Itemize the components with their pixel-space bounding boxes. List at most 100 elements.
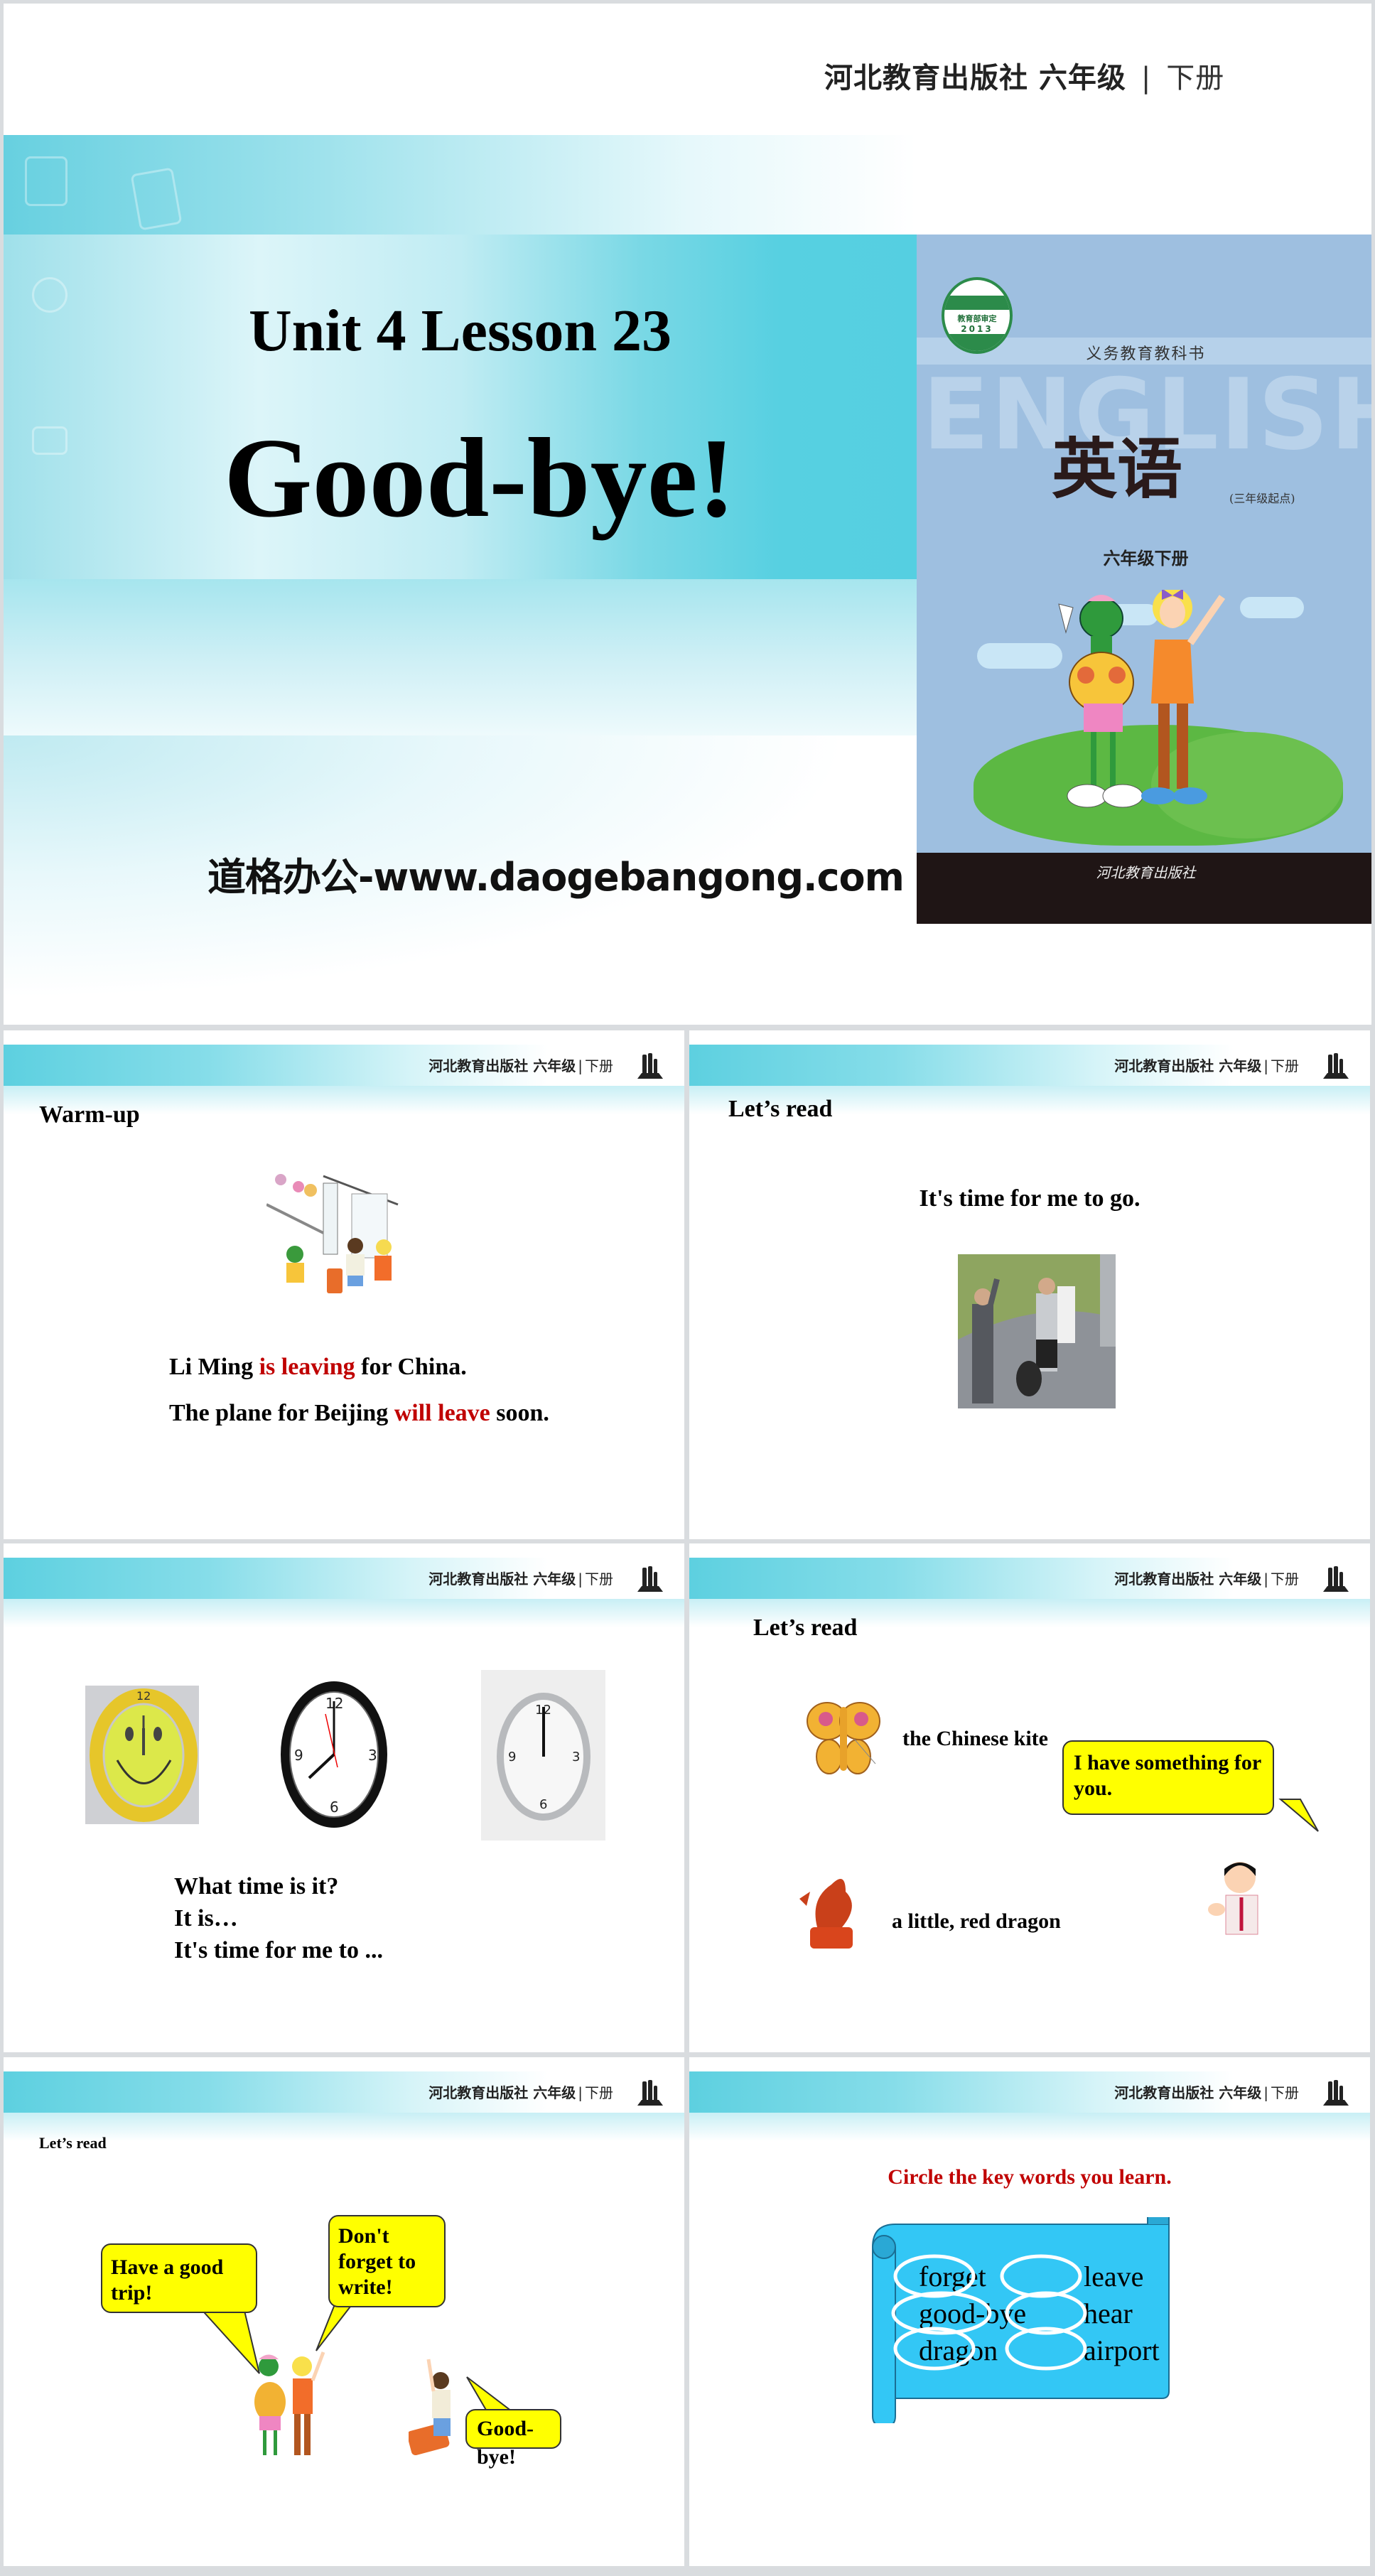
people-waving-goodbye-photo bbox=[958, 1254, 1116, 1408]
slide-time-to-go[interactable]: 河北教育出版社 六年级 | 下册 Let’s read It's time for … bbox=[689, 1030, 1370, 1539]
answer-line: It is… bbox=[174, 1905, 238, 1931]
publisher-name: 河北教育出版社 bbox=[428, 1570, 529, 1588]
slide-header-text: 河北教育出版社 六年级 | 下册 bbox=[428, 1568, 613, 1588]
decor-clock-icon bbox=[25, 156, 68, 206]
svg-text:12: 12 bbox=[136, 1689, 151, 1703]
bubble-tail bbox=[1278, 1799, 1319, 1832]
books-icon bbox=[637, 1053, 663, 1079]
main-title: Good-bye! bbox=[224, 414, 735, 541]
text-part: soon. bbox=[490, 1400, 549, 1426]
slide-warm-up[interactable]: 河北教育出版社 六年级 | 下册 Warm-up Li Ming is leavin… bbox=[4, 1030, 684, 1539]
lower-band bbox=[4, 579, 917, 735]
svg-text:6: 6 bbox=[539, 1797, 547, 1812]
slide-what-time[interactable]: 河北教育出版社 六年级|下册 12 12 3 6 9 12 3 6 9 bbox=[4, 1543, 684, 2052]
circle-markers[interactable] bbox=[888, 2253, 1144, 2381]
books-icon bbox=[1323, 1053, 1349, 1079]
bubble-tail bbox=[466, 2376, 514, 2412]
slide-header-text: 河北教育出版社 六年级 | 下册 bbox=[1114, 1568, 1299, 1588]
publisher-name: 河北教育出版社 bbox=[428, 1057, 529, 1074]
svg-text:6: 6 bbox=[330, 1799, 339, 1816]
header-separator: | bbox=[1263, 1570, 1268, 1588]
grade-label: 六年级 bbox=[1219, 2084, 1262, 2101]
airport-farewell-illustration bbox=[266, 1174, 399, 1293]
volume-label: 下册 bbox=[1271, 2084, 1299, 2101]
black-wall-clock: 12 3 6 9 bbox=[281, 1681, 387, 1828]
bubble-text: Good-bye! bbox=[477, 2417, 534, 2469]
circle-marker[interactable] bbox=[891, 2291, 992, 2335]
cover-publisher: 河北教育出版社 bbox=[1096, 864, 1196, 881]
grade-label: 六年级 bbox=[1219, 1570, 1262, 1588]
slide-header-text: 河北教育出版社 六年级 | 下册 bbox=[428, 2081, 613, 2102]
bubble-text: Have a good trip! bbox=[111, 2256, 224, 2305]
slide-header-text: 河北教育出版社 六年级 | 下册 bbox=[428, 1055, 613, 1075]
publisher-name: 河北教育出版社 bbox=[428, 2084, 529, 2101]
grade-label: 六年级 bbox=[533, 2084, 576, 2101]
svg-text:3: 3 bbox=[368, 1747, 377, 1764]
header-separator: | bbox=[578, 1570, 583, 1588]
publisher-name: 河北教育出版社 bbox=[1114, 1057, 1214, 1074]
red-dragon-illustration bbox=[799, 1879, 853, 1949]
sentence-line-2: The plane for Beijing will leave soon. bbox=[169, 1400, 549, 1427]
volume-label: 下册 bbox=[1271, 1570, 1299, 1588]
books-icon bbox=[637, 1566, 663, 1592]
cover-footer: 河北教育出版社 bbox=[917, 853, 1371, 924]
section-title: Let’s read bbox=[39, 2134, 107, 2152]
highlight-text: will leave bbox=[394, 1400, 490, 1426]
slide-header-text: 河北教育出版社 六年级 | 下册 bbox=[1114, 1055, 1299, 1075]
speech-bubble: Good-bye! bbox=[465, 2409, 561, 2469]
header-fade bbox=[4, 1599, 684, 1627]
slide-gifts[interactable]: 河北教育出版社 六年级 | 下册 Let’s read the Chinese ki… bbox=[689, 1543, 1370, 2052]
bubble-text: Don't forget to write! bbox=[338, 2224, 416, 2299]
circle-marker[interactable] bbox=[893, 2327, 976, 2371]
grade-label: 六年级 bbox=[1219, 1057, 1262, 1074]
speech-bubble: Don't forget to write! bbox=[328, 2215, 446, 2307]
sentence-line-1: Li Ming is leaving for China. bbox=[169, 1354, 467, 1381]
publisher-name: 河北教育出版社 bbox=[1114, 2084, 1214, 2101]
volume-label: 下册 bbox=[585, 1570, 613, 1588]
grade-label: 六年级 bbox=[533, 1570, 576, 1588]
header-separator: | bbox=[1263, 2084, 1268, 2101]
bubble-text: I have something for you. bbox=[1074, 1751, 1261, 1800]
question-line: What time is it? bbox=[174, 1873, 339, 1899]
silver-wall-clock: 12 3 6 9 bbox=[481, 1670, 605, 1841]
danny-jenny-illustration bbox=[254, 2351, 325, 2455]
section-title: Let’s read bbox=[728, 1096, 833, 1122]
slide-farewell[interactable]: 河北教育出版社 六年级 | 下册 Let’s read Have a good tr… bbox=[4, 2057, 684, 2566]
instruction-text: Circle the key words you learn. bbox=[888, 2165, 1172, 2189]
title-slide[interactable]: 河北教育出版社 六年级 | 下册 Unit 4 Lesson 23 Good-b… bbox=[4, 4, 1371, 1025]
seal-year: 2013 bbox=[961, 324, 993, 334]
smiley-clock: 12 bbox=[85, 1686, 199, 1824]
text-part: for China. bbox=[355, 1354, 467, 1380]
cover-start-level: (三年级起点) bbox=[1229, 492, 1295, 505]
text-part: Li Ming bbox=[169, 1354, 259, 1380]
text-part: The plane for Beijing bbox=[169, 1400, 394, 1426]
volume-label: 下册 bbox=[1166, 62, 1225, 95]
butterfly-kite-illustration bbox=[807, 1702, 880, 1774]
svg-text:9: 9 bbox=[294, 1747, 303, 1764]
circle-marker[interactable] bbox=[1000, 2254, 1082, 2298]
sentence: It's time for me to go. bbox=[919, 1185, 1141, 1212]
svg-text:9: 9 bbox=[508, 1750, 516, 1764]
books-icon bbox=[1323, 1566, 1349, 1592]
seal-text: 教育部审定 bbox=[957, 314, 997, 323]
kite-label: the Chinese kite bbox=[902, 1727, 1048, 1750]
time-line: It's time for me to ... bbox=[174, 1937, 383, 1963]
publisher-header: 河北教育出版社 六年级 | 下册 bbox=[824, 55, 1224, 96]
slide-key-words[interactable]: 河北教育出版社 六年级 | 下册 Circle the key words you … bbox=[689, 2057, 1370, 2566]
dragon-label: a little, red dragon bbox=[892, 1909, 1061, 1933]
textbook-cover: 教育部审定 2013 义务教育教科书 ENGLISH 英语 (三年级起点) 六年… bbox=[917, 235, 1371, 924]
cover-grade: 六年级下册 bbox=[1103, 549, 1189, 568]
grade-label: 六年级 bbox=[1038, 62, 1126, 95]
grade-label: 六年级 bbox=[533, 1057, 576, 1074]
books-icon bbox=[637, 2080, 663, 2106]
volume-label: 下册 bbox=[585, 2084, 613, 2101]
publisher-name: 河北教育出版社 bbox=[824, 62, 1028, 95]
volume-label: 下册 bbox=[585, 1057, 613, 1074]
section-title: Warm-up bbox=[39, 1101, 140, 1128]
circle-marker[interactable] bbox=[893, 2254, 976, 2298]
lesson-title: Unit 4 Lesson 23 bbox=[248, 298, 672, 364]
cover-subject: 英语 bbox=[1052, 431, 1183, 507]
li-ming-suitcase-illustration bbox=[409, 2359, 451, 2456]
cover-characters-illustration bbox=[1058, 590, 1226, 808]
speech-bubble: I have something for you. bbox=[1062, 1740, 1274, 1815]
